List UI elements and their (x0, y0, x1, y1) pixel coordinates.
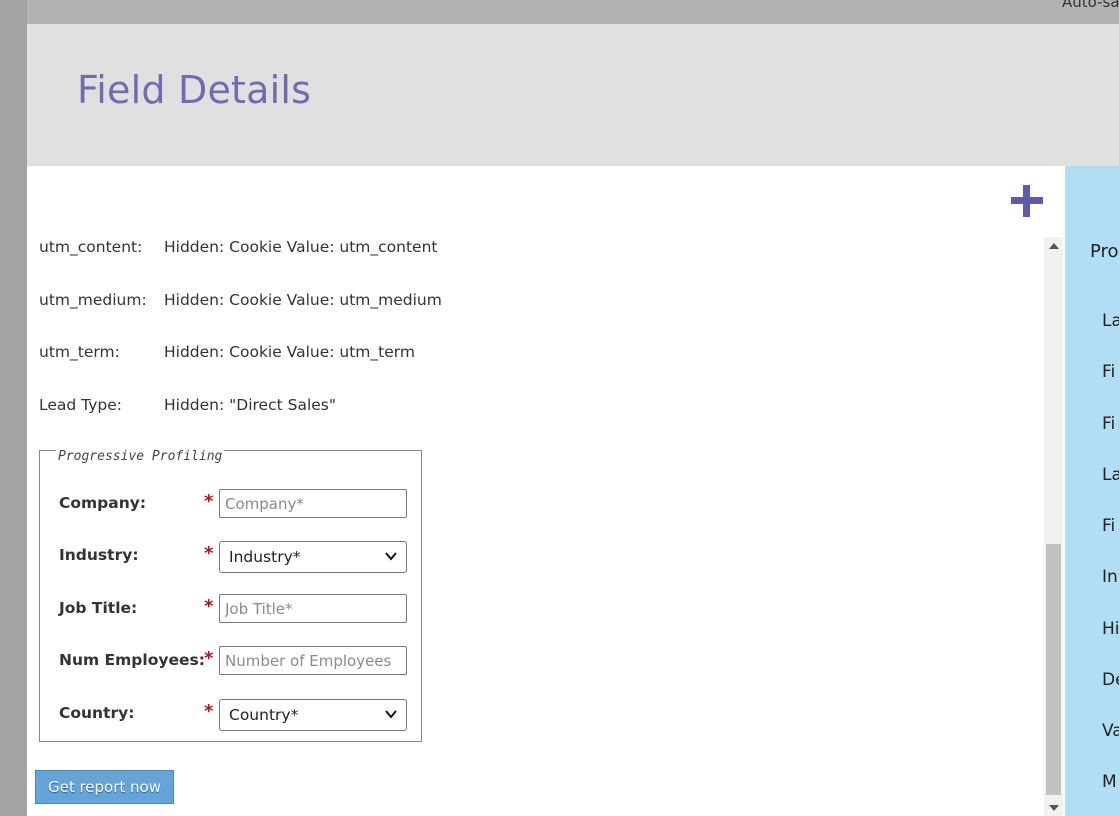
right-panel-item[interactable]: La (1102, 465, 1119, 485)
chevron-down-icon (385, 552, 397, 561)
page-title: Field Details (77, 68, 312, 112)
progressive-profiling-group: Progressive Profiling Company: * Industr… (39, 449, 422, 742)
country-select[interactable]: Country* (219, 699, 407, 731)
right-panel-item[interactable]: La (1102, 311, 1119, 331)
scroll-down-icon[interactable] (1049, 805, 1059, 811)
hidden-field-value: Hidden: Cookie Value: utm_term (164, 343, 415, 361)
chevron-down-icon (385, 710, 397, 719)
company-input[interactable] (219, 489, 407, 518)
hidden-field-value: Hidden: Cookie Value: utm_medium (164, 291, 442, 309)
hidden-field-label: Lead Type: (39, 396, 122, 414)
country-selected-value: Country* (229, 706, 299, 724)
right-panel-item[interactable]: Hi (1102, 619, 1119, 639)
industry-row: Industry: * Industry* (59, 541, 409, 573)
required-mark: * (204, 543, 214, 564)
hidden-field-label: utm_content: (39, 238, 143, 256)
required-mark: * (204, 491, 214, 512)
top-bar: Auto-sa (27, 0, 1119, 24)
job-title-input[interactable] (219, 594, 407, 623)
company-row: Company: * (59, 489, 409, 521)
job-title-label: Job Title: (59, 599, 138, 617)
required-mark: * (204, 648, 214, 669)
country-row: Country: * Country* (59, 699, 409, 731)
num-employees-label: Num Employees: (59, 651, 205, 669)
company-label: Company: (59, 494, 147, 512)
hidden-field-value: Hidden: "Direct Sales" (164, 396, 336, 414)
industry-select[interactable]: Industry* (219, 541, 407, 573)
num-employees-input[interactable] (219, 646, 407, 675)
right-panel-title: Pro (1090, 241, 1119, 262)
right-panel-item[interactable]: Va (1102, 721, 1119, 741)
industry-selected-value: Industry* (229, 548, 301, 566)
job-title-row: Job Title: * (59, 594, 409, 626)
country-label: Country: (59, 704, 135, 722)
right-panel-item[interactable]: Fi (1102, 362, 1115, 382)
plus-icon[interactable] (1011, 185, 1043, 217)
required-mark: * (204, 596, 214, 617)
right-side-panel: Pro La Fi Fi La Fi In Hi De Va M (1065, 166, 1119, 816)
vertical-scrollbar[interactable] (1044, 237, 1063, 816)
required-mark: * (204, 701, 214, 722)
hidden-field-value: Hidden: Cookie Value: utm_content (164, 238, 438, 256)
scroll-up-icon[interactable] (1049, 243, 1059, 249)
right-panel-item[interactable]: De (1102, 670, 1119, 690)
progressive-profiling-legend: Progressive Profiling (56, 449, 225, 464)
right-panel-item[interactable]: In (1102, 567, 1118, 587)
num-employees-row: Num Employees: * (59, 646, 409, 678)
get-report-button[interactable]: Get report now (35, 770, 174, 804)
autosave-status: Auto-sa (1062, 0, 1119, 11)
hidden-field-label: utm_medium: (39, 291, 147, 309)
right-panel-item[interactable]: Fi (1102, 414, 1115, 434)
right-panel-item[interactable]: M (1102, 772, 1117, 792)
field-details-panel: utm_content: Hidden: Cookie Value: utm_c… (27, 166, 1065, 816)
industry-label: Industry: (59, 546, 139, 564)
scroll-thumb[interactable] (1046, 544, 1061, 795)
hidden-field-label: utm_term: (39, 343, 120, 361)
page-header: Field Details (27, 24, 1119, 166)
right-panel-item[interactable]: Fi (1102, 516, 1115, 536)
